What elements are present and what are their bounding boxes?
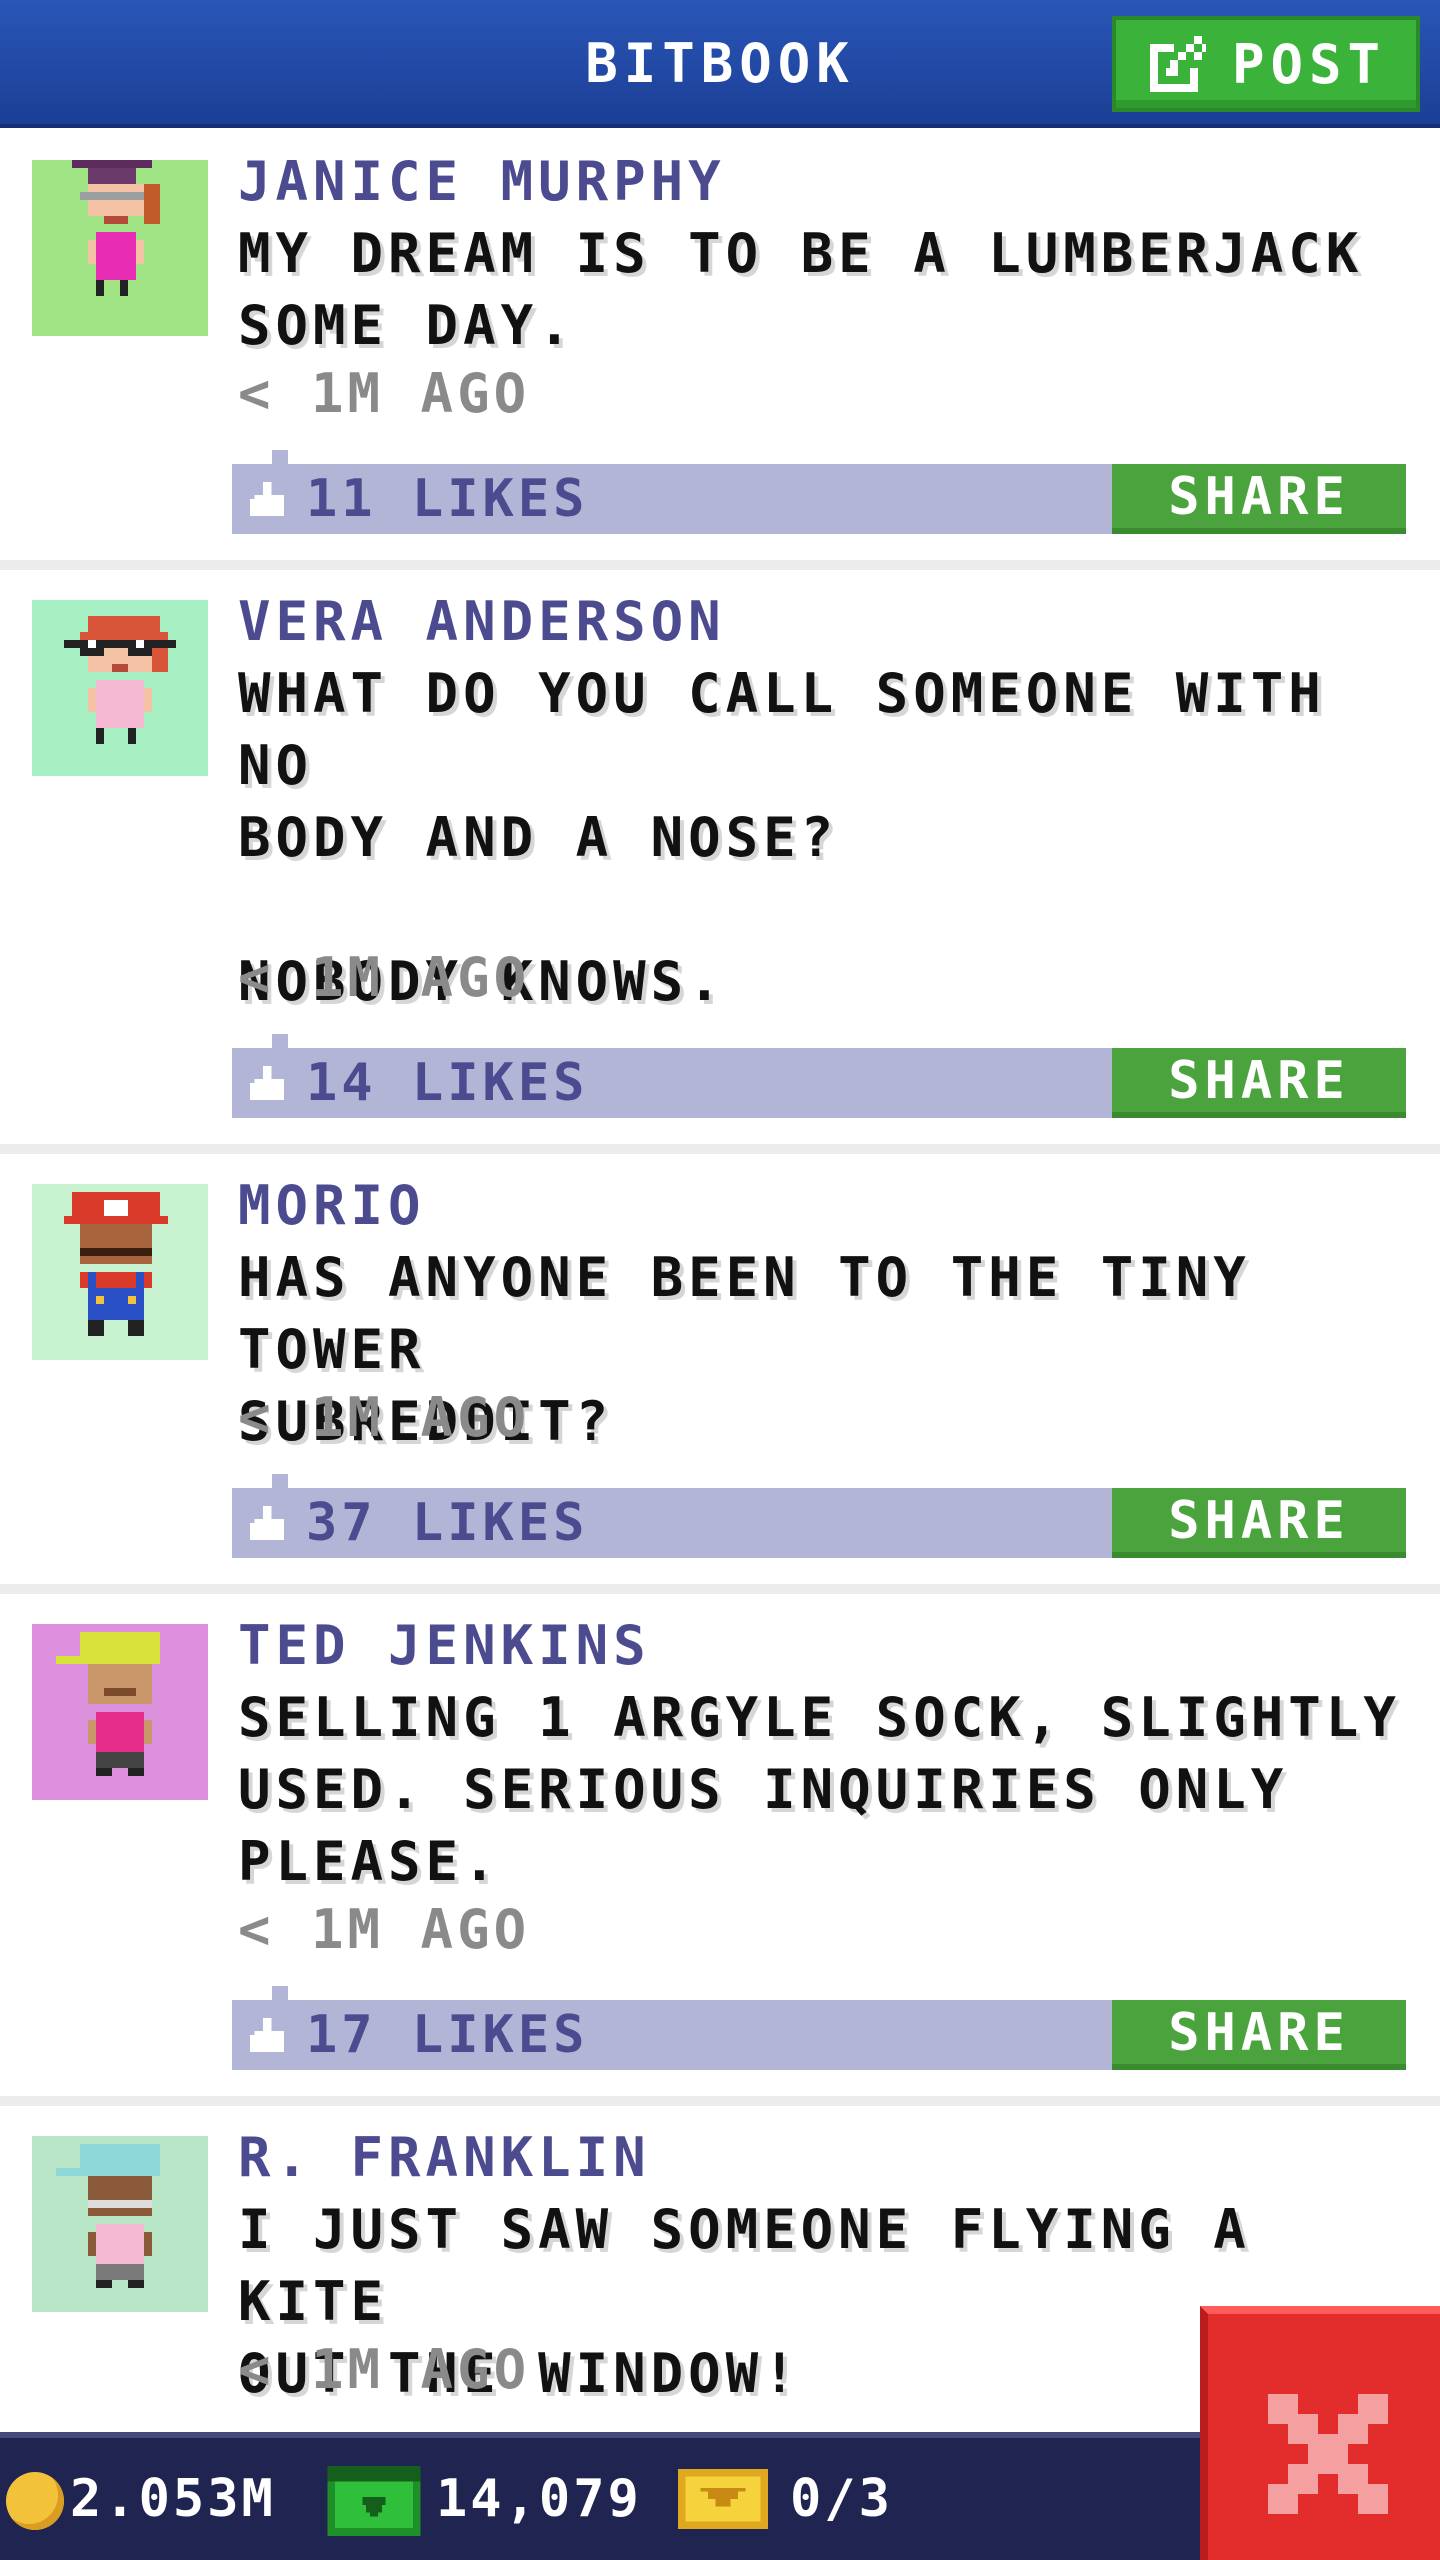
thumb-up-icon [250,1506,284,1540]
like-count: 37 LIKES [306,1493,589,1553]
divider [0,2096,1440,2106]
post-message: MY DREAM IS TO BE A LUMBERJACK SOME DAY. [238,222,1364,357]
like-bar[interactable]: 17 LIKES SHARE [232,1986,1406,2070]
app-header: BITBOOK POST [0,0,1440,128]
like-bar-nub [272,450,288,464]
like-count: 17 LIKES [306,2005,589,2065]
coin-count: 2.053M [70,2469,276,2529]
like-bar-nub [272,1474,288,1488]
avatar[interactable] [32,2136,208,2312]
close-icon [1268,2394,1388,2514]
share-button[interactable]: SHARE [1112,1488,1406,1558]
ticket-count: 0/3 [790,2469,893,2529]
post-time: < 1M AGO [238,1898,531,1961]
post-button[interactable]: POST [1112,16,1420,112]
post-author[interactable]: JANICE MURPHY [238,150,726,213]
avatar[interactable] [32,160,208,336]
divider [0,560,1440,570]
like-bar[interactable]: 14 LIKES SHARE [232,1034,1406,1118]
thumb-up-icon [250,1066,284,1100]
avatar[interactable] [32,600,208,776]
bux-count: 14,079 [436,2469,642,2529]
post-author[interactable]: MORIO [238,1174,426,1237]
bux-icon [327,2466,421,2536]
post-message: SELLING 1 ARGYLE SOCK, SLIGHTLY USED. SE… [238,1686,1401,1893]
thumb-up-icon [250,2018,284,2052]
share-button[interactable]: SHARE [1112,2000,1406,2070]
like-count: 14 LIKES [306,1053,589,1113]
ticket-icon [678,2469,768,2529]
post-author[interactable]: VERA ANDERSON [238,590,726,653]
post-author[interactable]: TED JENKINS [238,1614,651,1677]
divider [0,1584,1440,1594]
like-bar-nub [272,1986,288,2000]
like-bar[interactable]: 37 LIKES SHARE [232,1474,1406,1558]
thumb-up-icon [250,482,284,516]
like-count: 11 LIKES [306,469,589,529]
post-time: < 1M AGO [238,946,531,1009]
divider [0,1144,1440,1154]
coin-icon [6,2472,64,2530]
post-button-label: POST [1231,32,1387,96]
close-button[interactable] [1200,2306,1440,2560]
post-time: < 1M AGO [238,2338,531,2401]
like-bar[interactable]: 11 LIKES SHARE [232,450,1406,534]
post-time: < 1M AGO [238,362,531,425]
post-author[interactable]: R. FRANKLIN [238,2126,651,2189]
post-time: < 1M AGO [238,1386,531,1449]
like-bar-nub [272,1034,288,1048]
avatar[interactable] [32,1624,208,1800]
edit-icon [1149,36,1206,92]
avatar[interactable] [32,1184,208,1360]
share-button[interactable]: SHARE [1112,464,1406,534]
share-button[interactable]: SHARE [1112,1048,1406,1118]
